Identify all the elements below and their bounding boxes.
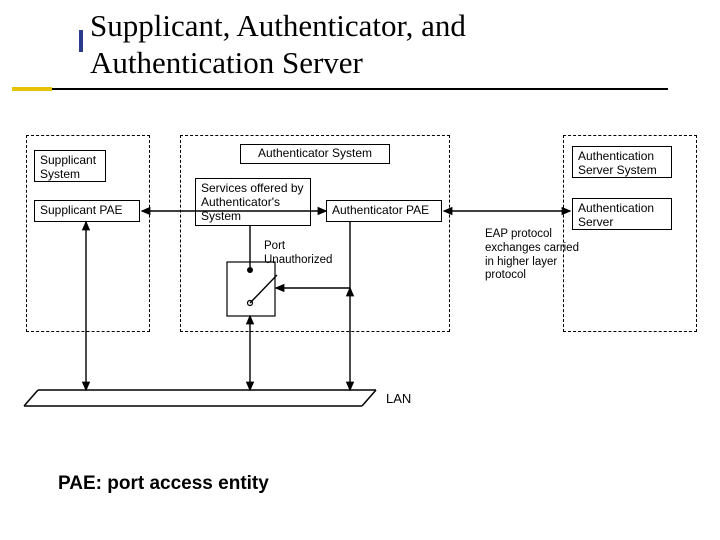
auth-server-system-label: Authentication Server System	[572, 146, 672, 178]
lan-label: LAN	[386, 391, 411, 407]
auth-server-text: Authentication Server	[578, 202, 666, 230]
authenticator-system-label: Authenticator System	[240, 144, 390, 164]
caption: PAE: port access entity	[58, 473, 269, 495]
services-box: Services offered by Authenticator's Syst…	[195, 178, 311, 226]
supplicant-pae-text: Supplicant PAE	[40, 204, 123, 218]
auth-server-system-label-text: Authentication Server System	[578, 150, 666, 178]
title-blue-tick	[79, 30, 83, 52]
slide-title: Supplicant, Authenticator, and Authentic…	[90, 8, 650, 81]
port-unauthorized-label: Port Unauthorized	[264, 240, 344, 268]
authenticator-system-label-text: Authenticator System	[258, 147, 372, 161]
authenticator-pae-text: Authenticator PAE	[332, 204, 429, 218]
slide-title-block: Supplicant, Authenticator, and Authentic…	[90, 8, 650, 81]
caption-text: PAE: port access entity	[58, 473, 269, 494]
authenticator-system-box	[180, 135, 450, 332]
eap-note: EAP protocol exchanges carried in higher…	[485, 228, 585, 283]
eap-note-text: EAP protocol exchanges carried in higher…	[485, 228, 579, 281]
services-box-text: Services offered by Authenticator's Syst…	[201, 182, 305, 223]
supplicant-system-label: Supplicant System	[34, 150, 106, 182]
lan-label-text: LAN	[386, 391, 411, 406]
authenticator-pae-box: Authenticator PAE	[326, 200, 442, 222]
auth-server-box: Authentication Server	[572, 198, 672, 230]
title-yellow-tick	[12, 87, 52, 91]
supplicant-pae-box: Supplicant PAE	[34, 200, 140, 222]
title-underline	[28, 88, 668, 90]
port-unauthorized-text: Port Unauthorized	[264, 240, 332, 266]
supplicant-system-label-text: Supplicant System	[40, 154, 100, 182]
